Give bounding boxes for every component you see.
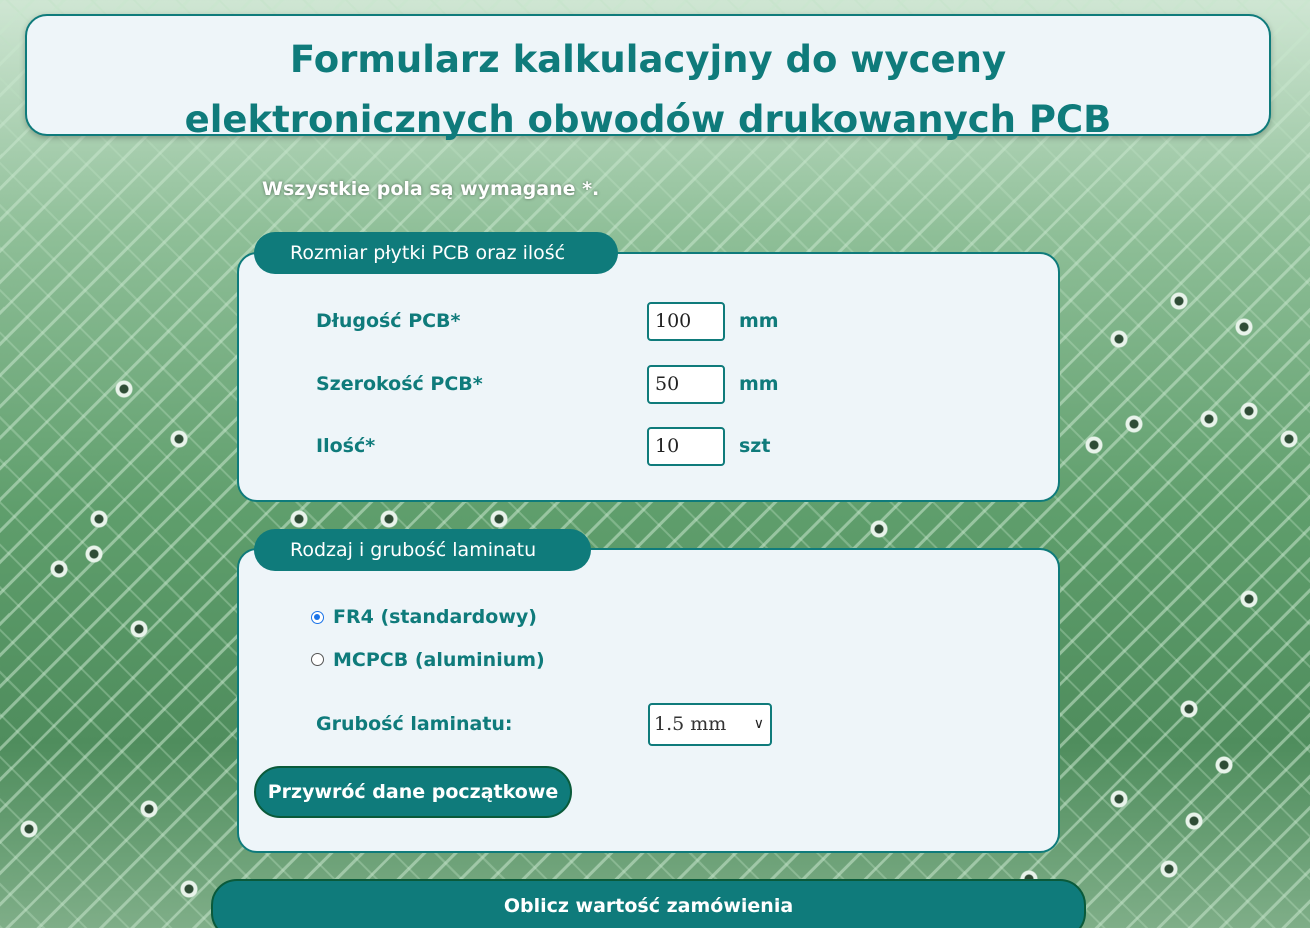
fr4-radio[interactable] [311,611,324,624]
quantity-input[interactable]: 10 [647,427,725,466]
required-fields-note: Wszystkie pola są wymagane *. [262,178,600,200]
thickness-select-value: 1.5 mm [654,713,727,735]
length-unit: mm [739,310,779,332]
quantity-unit: szt [739,435,771,457]
mcpcb-radio[interactable] [311,653,324,666]
page-title-line1: Formularz kalkulacyjny do wyceny [289,38,1007,81]
thickness-label: Grubość laminatu: [316,713,513,735]
length-input[interactable]: 100 [647,302,725,341]
thickness-select[interactable]: 1.5 mm ∨ [648,703,772,746]
length-label: Długość PCB* [316,310,461,332]
chevron-down-icon: ∨ [753,716,764,732]
mcpcb-radio-label[interactable]: MCPCB (aluminium) [333,649,545,671]
width-input[interactable]: 50 [647,365,725,404]
width-label: Szerokość PCB* [316,373,483,395]
quantity-label: Ilość* [316,435,376,457]
calculate-order-button[interactable]: Oblicz wartość zamówienia [211,879,1086,928]
width-unit: mm [739,373,779,395]
reset-button[interactable]: Przywróć dane początkowe [254,766,572,818]
page-title-box: Formularz kalkulacyjny do wyceny elektro… [25,14,1271,141]
page-title: Formularz kalkulacyjny do wyceny elektro… [27,16,1269,150]
page-title-line2: elektronicznych obwodów drukowanych PCB [184,98,1112,141]
laminate-legend: Rodzaj i grubość laminatu [254,529,591,571]
pcb-size-legend: Rozmiar płytki PCB oraz ilość [254,232,618,274]
fr4-radio-label[interactable]: FR4 (standardowy) [333,606,537,628]
